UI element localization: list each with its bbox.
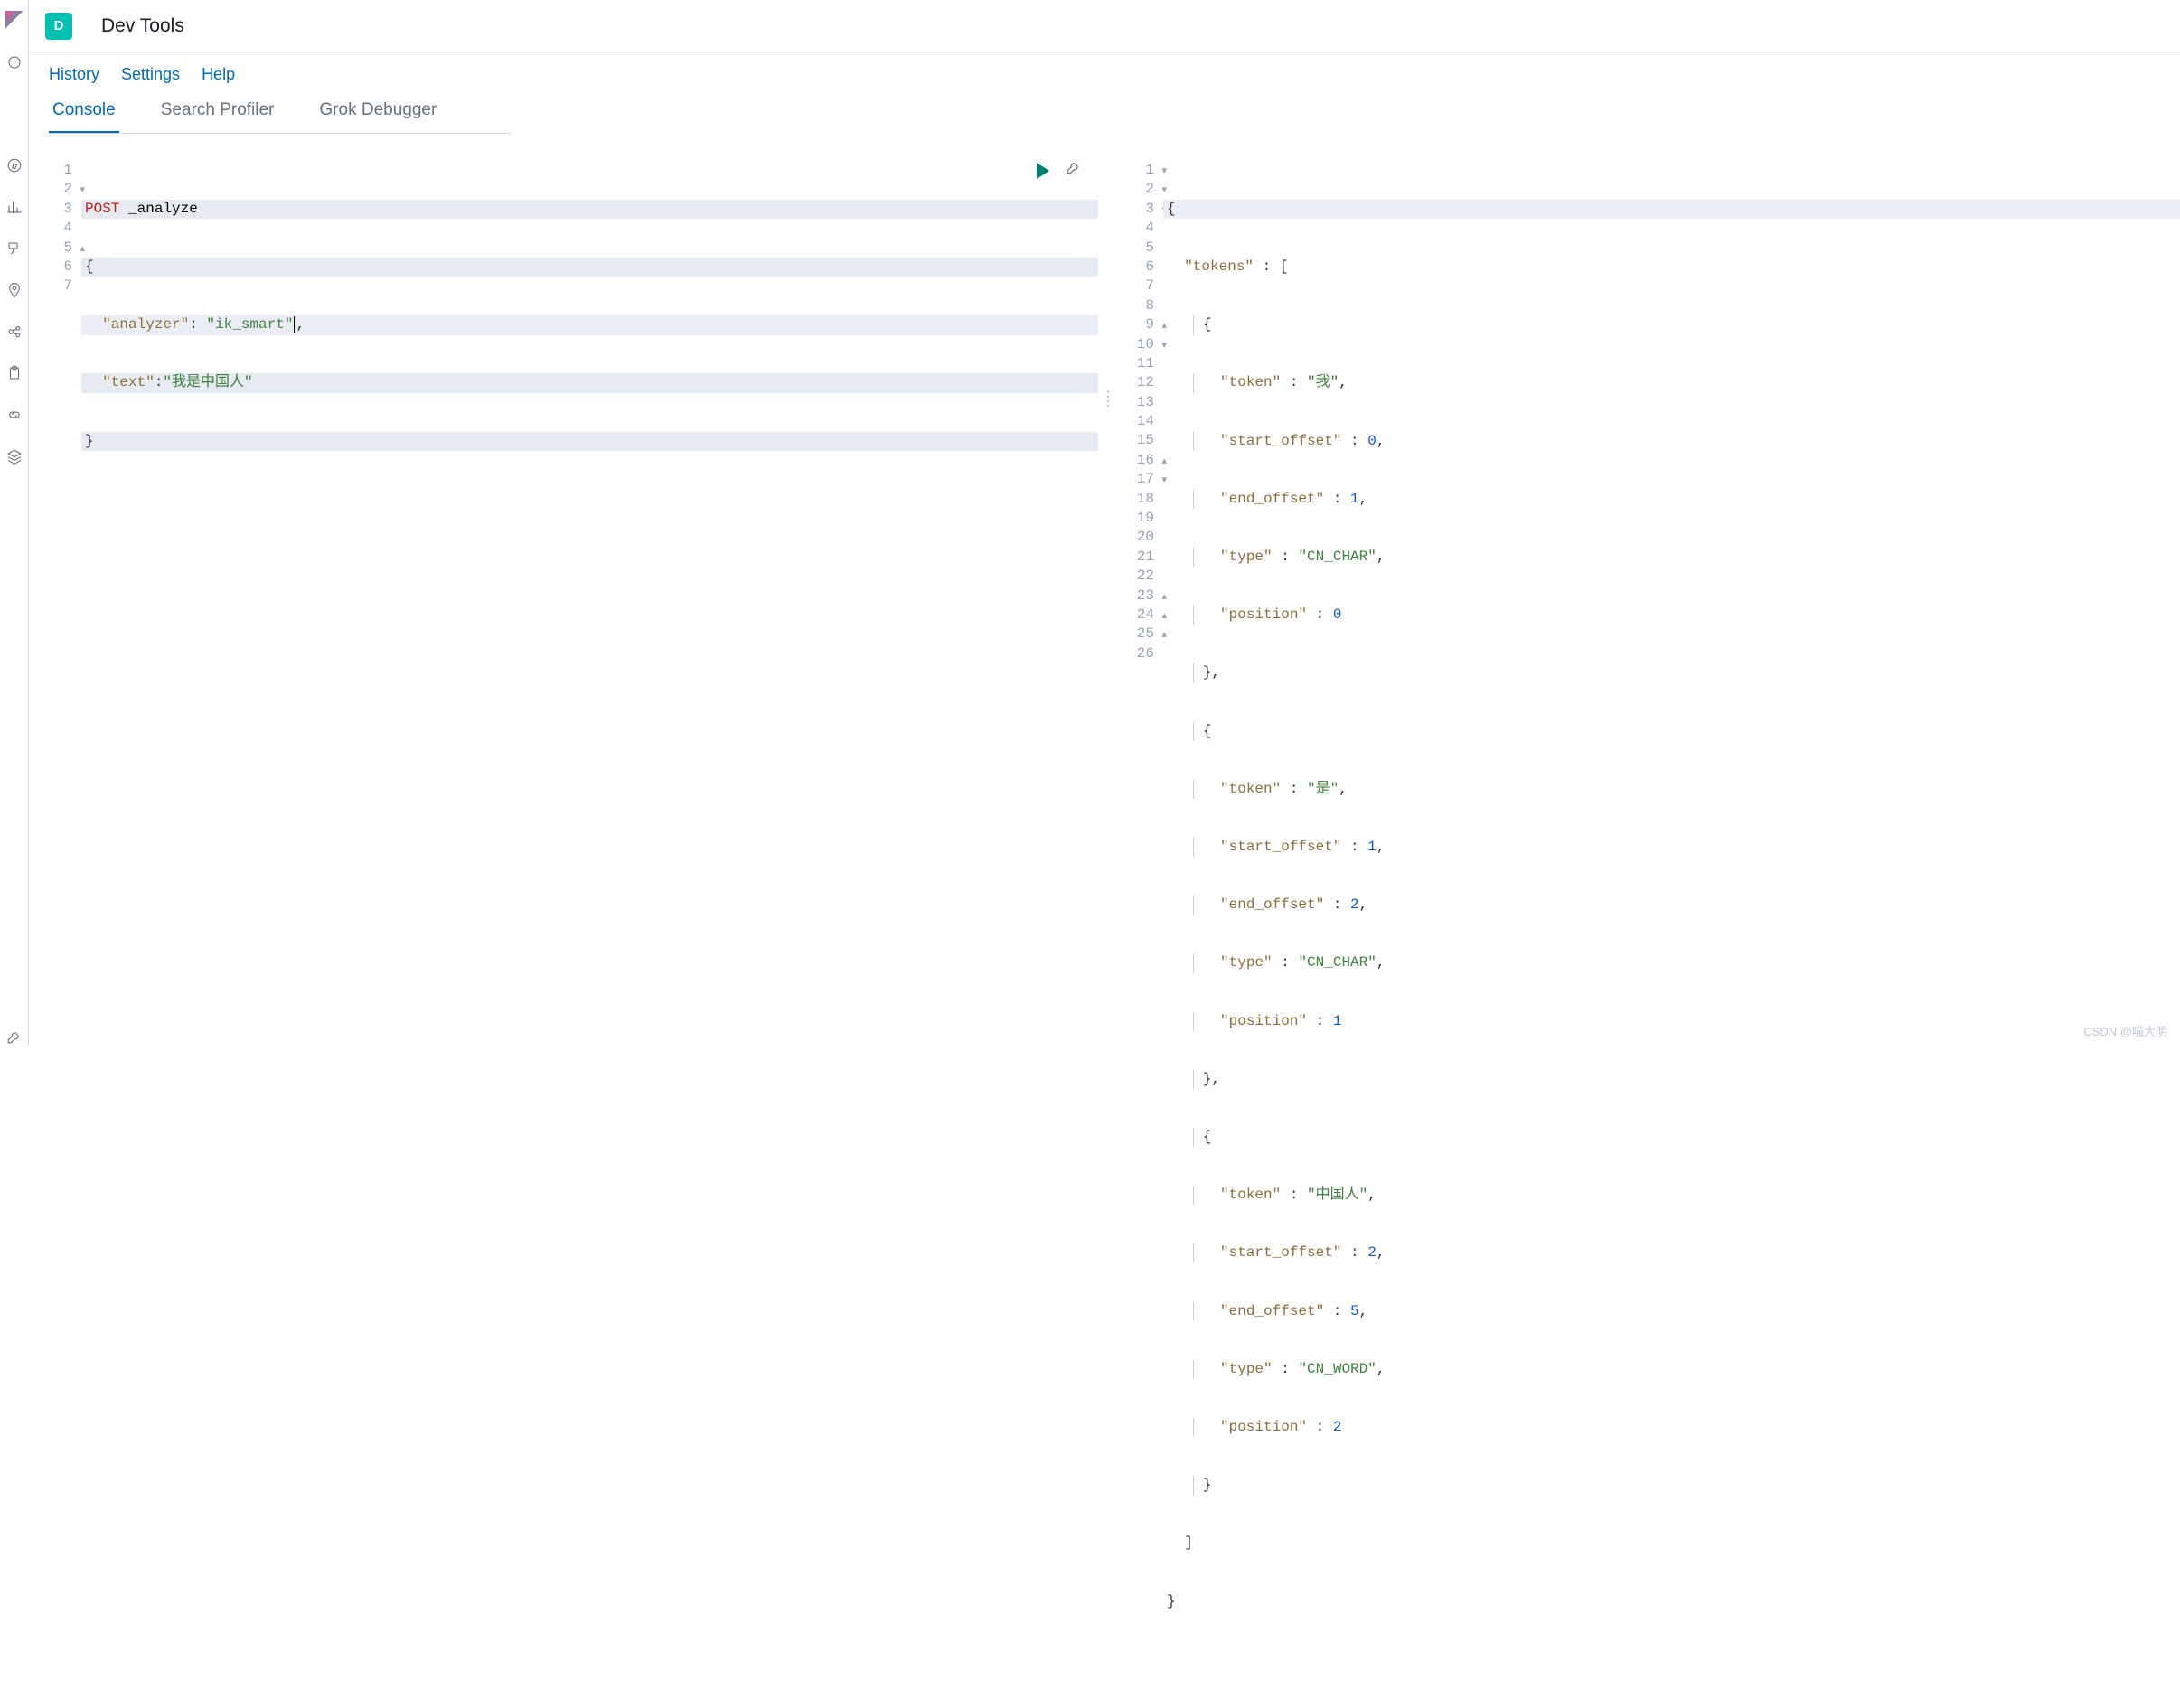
watermark: CSDN @喵大明 xyxy=(2083,1022,2167,1039)
request-gutter: 1 2▾ 3 4 5▴ 6 7 xyxy=(29,161,78,296)
request-pane[interactable]: 1 2▾ 3 4 5▴ 6 7 POST _analyze { "analyze… xyxy=(29,161,1098,1045)
tab-console[interactable]: Console xyxy=(49,100,119,133)
link-row: History Settings Help xyxy=(49,65,2160,84)
gutter-line: 6 xyxy=(29,258,72,277)
run-request-icon[interactable] xyxy=(1037,163,1049,179)
request-code[interactable]: POST _analyze { "analyzer": "ik_smart", … xyxy=(81,161,1098,605)
gutter-line: 4 xyxy=(29,219,72,238)
request-actions xyxy=(1037,161,1082,181)
gutter-line: 1 xyxy=(29,161,72,180)
link-history[interactable]: History xyxy=(49,65,99,84)
chain-icon[interactable] xyxy=(6,407,23,423)
submenu: History Settings Help Console Search Pro… xyxy=(29,52,2180,134)
gutter-line: 7 xyxy=(29,277,72,296)
page-title: Dev Tools xyxy=(101,15,184,37)
link-settings[interactable]: Settings xyxy=(121,65,180,84)
tab-search-profiler[interactable]: Search Profiler xyxy=(157,100,278,133)
clipboard-icon[interactable] xyxy=(6,365,23,381)
response-code[interactable]: { "tokens" : [ { "token" : "我", "start_o… xyxy=(1163,161,2180,1708)
ml-icon[interactable] xyxy=(6,324,23,340)
editor-panes: 1 2▾ 3 4 5▴ 6 7 POST _analyze { "analyze… xyxy=(29,161,2180,1045)
tab-row: Console Search Profiler Grok Debugger xyxy=(49,100,512,134)
wrench-rail-icon[interactable] xyxy=(6,1028,23,1045)
layers-icon[interactable] xyxy=(6,448,23,465)
paint-icon[interactable] xyxy=(6,240,23,257)
response-pane[interactable]: ⋮⋮ 1▾ 2▾ 3▾ 4 5 6 7 8 9▴ 10▾ 11 12 13 14… xyxy=(1111,161,2180,1045)
app-icon-rail xyxy=(0,0,29,1045)
gutter-line: 2▾ xyxy=(29,180,72,199)
endpoint-path: _analyze xyxy=(128,201,198,217)
location-icon[interactable] xyxy=(6,282,23,298)
topbar: D Dev Tools xyxy=(29,0,2180,52)
response-gutter: 1▾ 2▾ 3▾ 4 5 6 7 8 9▴ 10▾ 11 12 13 14 15… xyxy=(1111,161,1160,663)
compass-icon[interactable] xyxy=(6,157,23,174)
chart-icon[interactable] xyxy=(6,199,23,215)
tab-grok-debugger[interactable]: Grok Debugger xyxy=(315,100,440,133)
http-method: POST xyxy=(85,201,119,217)
gutter-line: 5▴ xyxy=(29,239,72,258)
link-help[interactable]: Help xyxy=(202,65,235,84)
rail-icon-1[interactable] xyxy=(6,54,23,70)
gutter-line: 3 xyxy=(29,200,72,219)
request-options-icon[interactable] xyxy=(1066,159,1082,182)
kibana-logo-icon[interactable] xyxy=(5,11,23,29)
space-badge[interactable]: D xyxy=(45,13,72,40)
